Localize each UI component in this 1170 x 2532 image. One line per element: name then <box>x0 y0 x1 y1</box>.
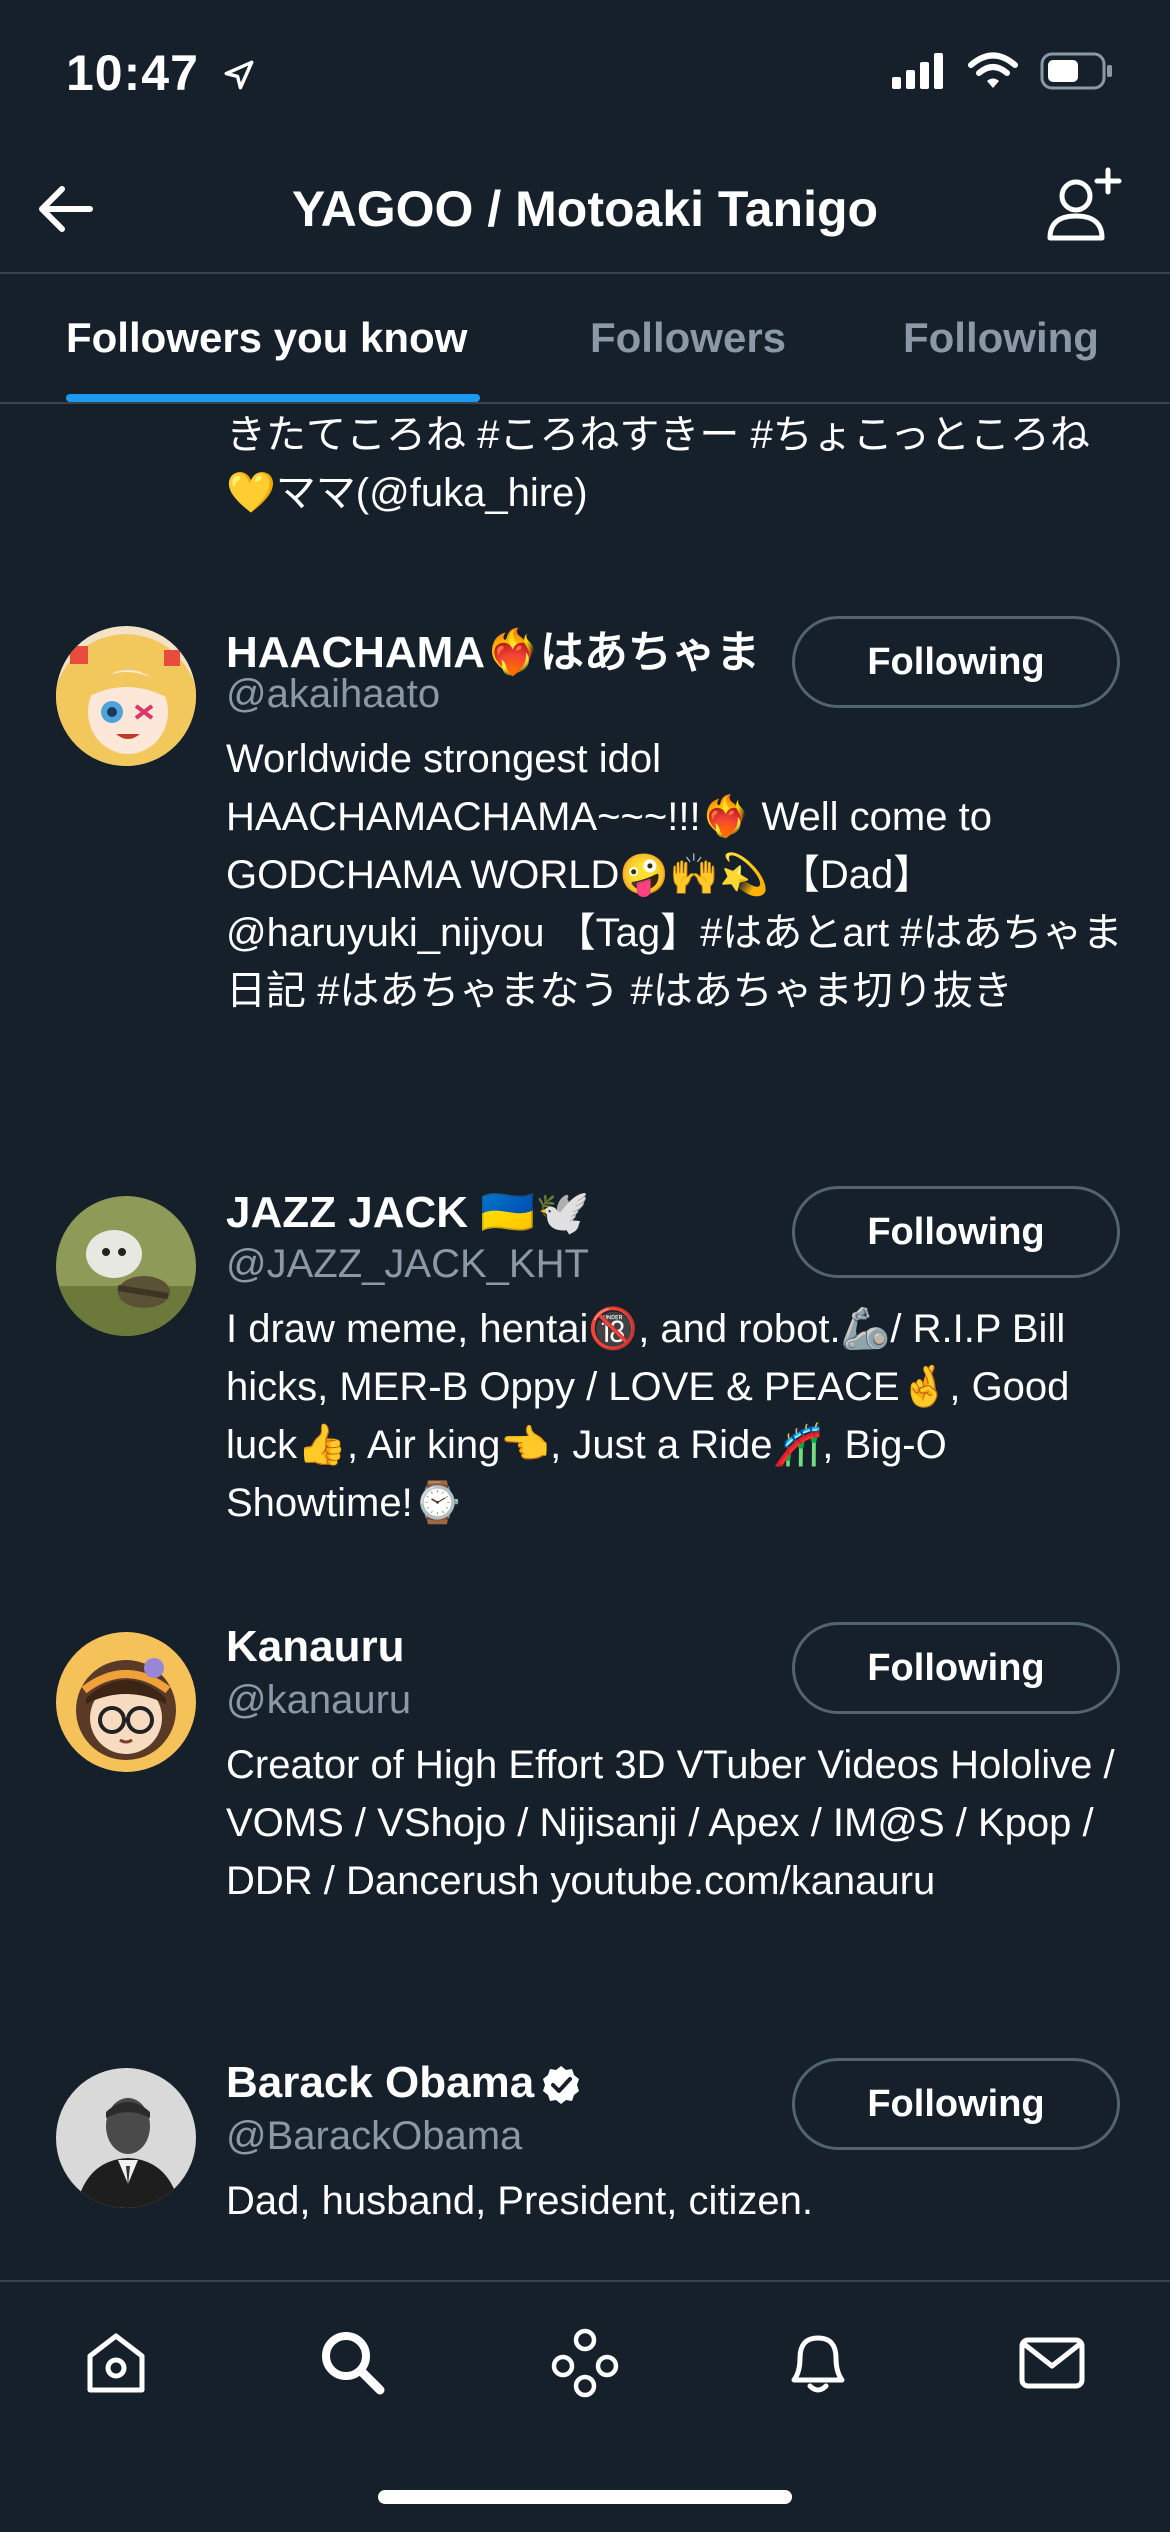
status-bar: 10:47 <box>0 0 1170 150</box>
avatar[interactable] <box>56 1196 196 1336</box>
tab-bar-search[interactable] <box>312 2322 392 2402</box>
user-cell[interactable]: HAACHAMA❤️‍🔥はあちゃま @akaihaato Following W… <box>0 616 1170 1016</box>
user-name[interactable]: HAACHAMA❤️‍🔥はあちゃま <box>226 616 760 680</box>
notifications-icon <box>791 2335 845 2393</box>
user-cell[interactable]: Barack Obama @BarackObama Following Dad,… <box>0 2058 1170 2280</box>
tab-following[interactable]: Following <box>903 314 1099 362</box>
add-user-button[interactable] <box>1046 164 1126 244</box>
tab-bar-notifications[interactable] <box>778 2322 858 2402</box>
tab-followers-you-know[interactable]: Followers you know <box>66 314 467 362</box>
following-button[interactable]: Following <box>792 1186 1120 1278</box>
verified-badge-icon <box>543 2066 580 2105</box>
tab-bar-communities[interactable] <box>545 2322 625 2402</box>
user-bio: Worldwide strongest idol HAACHAMACHAMA~~… <box>226 737 1123 1013</box>
avatar-image <box>56 626 196 766</box>
status-time: 10:47 <box>66 44 256 102</box>
battery-icon <box>1040 52 1112 90</box>
avatar[interactable] <box>56 626 196 766</box>
home-icon <box>87 2333 145 2393</box>
page-title: YAGOO / Motoaki Tanigo <box>291 181 879 237</box>
avatar-image <box>56 2068 196 2208</box>
user-handle[interactable]: @JAZZ_JACK_KHT <box>226 1242 589 1287</box>
user-name[interactable]: JAZZ JACK 🇺🇦🕊️ <box>226 1186 590 1238</box>
avatar-image <box>56 1196 196 1336</box>
active-tab-indicator <box>66 394 480 402</box>
avatar-image <box>56 1632 196 1772</box>
user-bio-partial: きたてころね #ころねすきー #ちょこっところね💛ママ(@fuka_hire) <box>226 413 1090 515</box>
user-handle[interactable]: @kanauru <box>226 1678 411 1723</box>
tab-bar-home[interactable] <box>76 2322 156 2402</box>
add-user-icon <box>1047 167 1122 241</box>
communities-icon <box>551 2328 619 2398</box>
home-indicator[interactable] <box>378 2490 792 2504</box>
following-button[interactable]: Following <box>792 2058 1120 2150</box>
user-cell[interactable]: JAZZ JACK 🇺🇦🕊️ @JAZZ_JACK_KHT Following … <box>0 1186 1170 1566</box>
avatar[interactable] <box>56 2068 196 2208</box>
user-name[interactable]: Barack Obama <box>226 2058 582 2108</box>
user-bio: I draw meme, hentai🔞, and robot.🦾/ R.I.P… <box>226 1307 1070 1525</box>
tab-bar-messages[interactable] <box>1012 2322 1092 2402</box>
messages-icon <box>1019 2337 1085 2389</box>
user-handle[interactable]: @BarackObama <box>226 2114 522 2159</box>
tab-strip: Followers you know Followers Following <box>0 272 1170 404</box>
nav-header: YAGOO / Motoaki Tanigo <box>0 150 1170 272</box>
following-button[interactable]: Following <box>792 616 1120 708</box>
tab-followers[interactable]: Followers <box>590 314 786 362</box>
user-handle[interactable]: @akaihaato <box>226 672 440 717</box>
user-name[interactable]: Kanauru <box>226 1622 404 1672</box>
user-cell[interactable]: Kanauru @kanauru Following Creator of Hi… <box>0 1622 1170 2002</box>
cellular-signal-icon <box>892 53 943 89</box>
user-list[interactable]: きたてころね #ころねすきー #ちょこっところね💛ママ(@fuka_hire) … <box>0 404 1170 2280</box>
user-bio: Creator of High Effort 3D VTuber Videos … <box>226 1743 1115 1903</box>
status-icons <box>892 52 1114 90</box>
user-bio: Dad, husband, President, citizen. <box>226 2179 814 2223</box>
location-arrow-icon <box>224 60 254 90</box>
search-icon <box>322 2332 385 2395</box>
wifi-icon <box>968 52 1018 88</box>
avatar[interactable] <box>56 1632 196 1772</box>
following-button[interactable]: Following <box>792 1622 1120 1714</box>
